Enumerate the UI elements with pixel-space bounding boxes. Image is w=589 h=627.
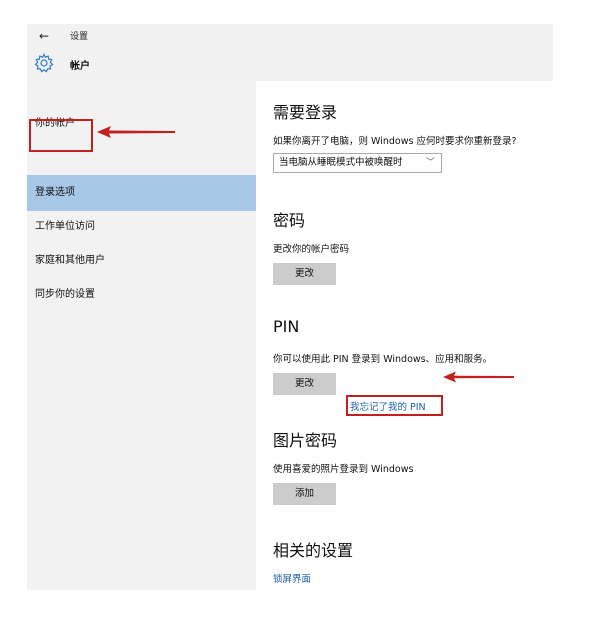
annotation-arrow-icon <box>443 371 514 383</box>
section-heading-picture-password: 图片密码 <box>273 431 338 450</box>
section-heading-require-signin: 需要登录 <box>273 103 338 122</box>
forgot-pin-link[interactable]: 我忘记了我的 PIN <box>350 399 426 413</box>
section-heading-related-settings: 相关的设置 <box>273 541 354 560</box>
lock-screen-link[interactable]: 锁屏界面 <box>273 571 311 585</box>
require-signin-dropdown[interactable]: 当电脑从睡眠模式中被唤醒时 ﹀ <box>273 153 442 173</box>
sidebar-item-sync-settings[interactable]: 同步你的设置 <box>27 278 256 312</box>
sidebar-item-sign-in-options[interactable]: 登录选项 <box>27 175 256 211</box>
require-signin-description: 如果你离开了电脑，则 Windows 应何时要求你重新登录? <box>273 136 517 147</box>
pin-description: 你可以使用此 PIN 登录到 Windows、应用和服务。 <box>273 354 493 365</box>
sidebar-item-label: 工作单位访问 <box>35 221 95 232</box>
chevron-down-icon: ﹀ <box>425 158 435 168</box>
gear-icon <box>34 53 54 77</box>
sidebar-item-label: 同步你的设置 <box>35 289 95 300</box>
annotation-arrow-icon <box>97 126 175 138</box>
page-title: 帐户 <box>70 61 90 72</box>
change-password-button[interactable]: 更改 <box>273 263 336 285</box>
section-heading-pin: PIN <box>273 317 300 336</box>
add-picture-password-button[interactable]: 添加 <box>273 483 336 505</box>
change-pin-button[interactable]: 更改 <box>273 373 336 395</box>
window-title: 设置 <box>70 32 89 42</box>
sidebar-item-family-users[interactable]: 家庭和其他用户 <box>27 244 256 278</box>
main-content: 需要登录 如果你离开了电脑，则 Windows 应何时要求你重新登录? 当电脑从… <box>256 81 553 590</box>
settings-window: ← 设置 帐户 你的帐户 登录选项 工作单位访问 家庭和其他用户 同步你的设置 <box>27 24 553 590</box>
title-bar: ← 设置 帐户 <box>27 24 553 81</box>
sidebar-item-work-access[interactable]: 工作单位访问 <box>27 210 256 244</box>
sidebar-item-label: 家庭和其他用户 <box>35 255 105 266</box>
back-arrow-icon[interactable]: ← <box>39 28 49 44</box>
dropdown-value: 当电脑从睡眠模式中被唤醒时 <box>279 157 403 168</box>
section-heading-password: 密码 <box>273 211 306 230</box>
password-description: 更改你的帐户密码 <box>273 244 350 255</box>
sidebar: 你的帐户 登录选项 工作单位访问 家庭和其他用户 同步你的设置 <box>27 81 256 590</box>
picture-password-description: 使用喜爱的照片登录到 Windows <box>273 464 414 475</box>
annotation-box-sign-in-options <box>29 119 93 152</box>
sidebar-item-label: 登录选项 <box>35 187 75 198</box>
